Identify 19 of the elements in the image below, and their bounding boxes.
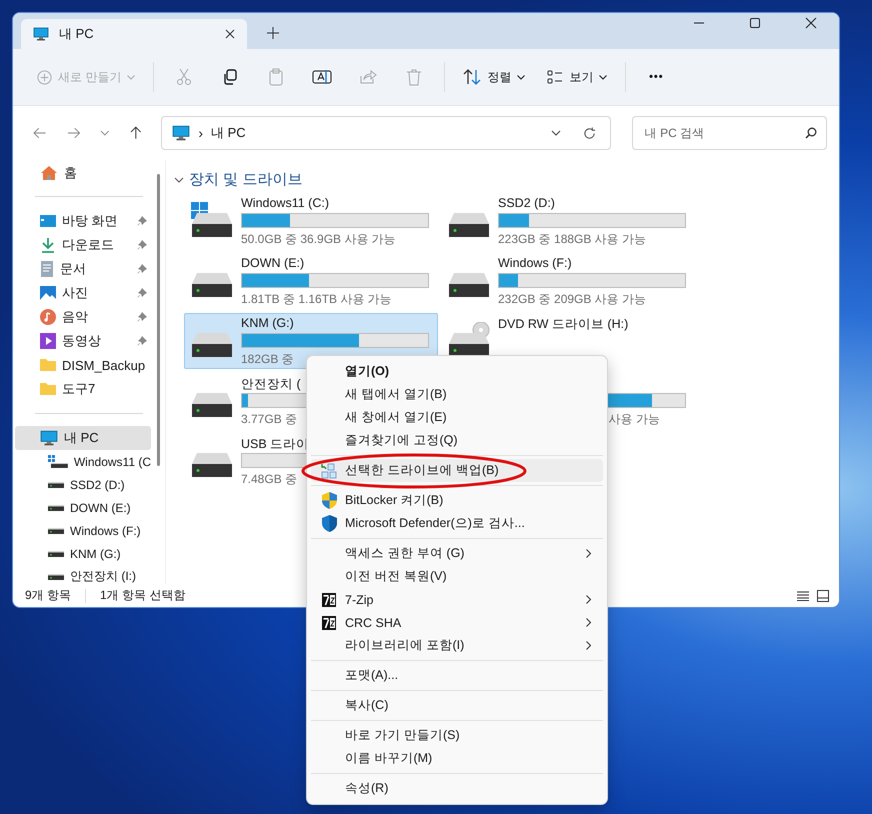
- breadcrumb-separator: ›: [198, 125, 203, 141]
- drive-space-text: 182GB 중: [241, 351, 294, 368]
- drive-name: DOWN (E:): [241, 256, 304, 272]
- drive-name: DVD RW 드라이브 (H:): [498, 316, 628, 333]
- drive-space-text: 3.77GB 중: [241, 411, 298, 428]
- drive-name: 안전장치 (: [241, 376, 301, 393]
- drive-name: SSD2 (D:): [498, 196, 555, 212]
- drive-space-text: 50.0GB 중 36.9GB 사용 가능: [241, 231, 396, 248]
- drive-space-text: 사용 가능: [608, 411, 660, 428]
- drive-space-text: 7.48GB 중: [241, 471, 298, 488]
- drive-name: KNM (G:): [241, 316, 294, 332]
- drive-name: Windows (F:): [498, 256, 572, 272]
- item-count: 9개 항목: [25, 587, 72, 604]
- drive-space-text: 232GB 중 209GB 사용 가능: [498, 291, 646, 308]
- drive-space-text: 1.81TB 중 1.16TB 사용 가능: [241, 291, 392, 308]
- selection-count: 1개 항목 선택함: [100, 587, 186, 604]
- drive-name: Windows11 (C:): [241, 196, 329, 212]
- drive-space-text: 223GB 중 188GB 사용 가능: [498, 231, 646, 248]
- tab-title: 내 PC: [59, 25, 95, 43]
